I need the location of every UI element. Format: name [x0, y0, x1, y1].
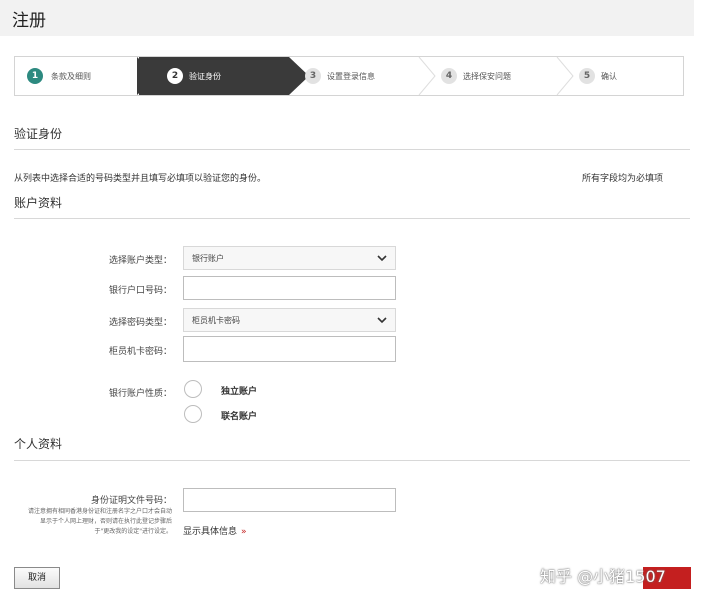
- step-number: 2: [167, 68, 183, 84]
- individual-account-label: 独立账户: [221, 387, 258, 397]
- chevron-down-icon: [377, 317, 387, 324]
- account-number-input[interactable]: [183, 276, 396, 300]
- show-details-label: 显示具体信息: [183, 527, 238, 537]
- step-1: 1 条款及细则: [15, 57, 139, 95]
- cancel-button[interactable]: 取消: [14, 567, 60, 589]
- step-number: 3: [305, 68, 321, 84]
- account-number-label: 银行户口号码：: [108, 286, 172, 296]
- show-details-link[interactable]: 显示具体信息»: [183, 524, 247, 537]
- step-label: 选择保安问题: [463, 72, 511, 81]
- account-type-select[interactable]: 银行账户: [183, 246, 396, 270]
- account-type-label: 选择账户类型：: [108, 256, 172, 266]
- id-hint-text: 请注意拥有相同香港身份证和注册名字之户口才会自动显示于个人网上理财，否则请在执行…: [28, 508, 173, 535]
- divider: [14, 149, 690, 150]
- intro-text: 从列表中选择合适的号码类型并且填写必填项以验证您的身份。: [14, 174, 267, 184]
- chevron-down-icon: [377, 255, 387, 262]
- id-number-input[interactable]: [183, 488, 396, 512]
- section-title-account: 账户资料: [14, 196, 63, 210]
- divider: [14, 460, 690, 461]
- step-separator-icon: [418, 57, 436, 95]
- double-chevron-down-icon: »: [241, 527, 247, 537]
- step-number: 1: [27, 68, 43, 84]
- step-label: 确认: [601, 72, 617, 81]
- step-label: 验证身份: [189, 72, 221, 81]
- atm-pin-label: 柜员机卡密码：: [108, 347, 172, 357]
- page-title: 注册: [12, 11, 46, 31]
- password-type-select[interactable]: 柜员机卡密码: [183, 308, 396, 332]
- section-title-verify: 验证身份: [14, 127, 63, 141]
- step-number: 5: [579, 68, 595, 84]
- step-5: 5 确认: [579, 57, 679, 95]
- progress-steps: 1 条款及细则 2 验证身份 3 设置登录信息 4 选择保安问题 5 确认: [14, 56, 684, 96]
- step-2: 2 验证身份: [139, 57, 289, 95]
- radio-joint-account[interactable]: [184, 405, 202, 423]
- account-nature-label: 银行账户性质：: [108, 389, 172, 399]
- id-number-label: 身份证明文件号码：: [90, 496, 172, 506]
- account-type-value: 银行账户: [192, 254, 224, 263]
- divider: [14, 218, 690, 219]
- step-separator-icon: [556, 57, 574, 95]
- atm-pin-input[interactable]: [183, 336, 396, 362]
- step-label: 条款及细则: [51, 72, 91, 81]
- step-label: 设置登录信息: [327, 72, 375, 81]
- required-note: 所有字段均为必填项: [582, 174, 664, 184]
- page-header: 注册: [0, 0, 694, 36]
- password-type-label: 选择密码类型：: [108, 318, 172, 328]
- radio-individual-account[interactable]: [184, 380, 202, 398]
- section-title-personal: 个人资料: [14, 437, 63, 451]
- step-number: 4: [441, 68, 457, 84]
- joint-account-label: 联名账户: [221, 412, 258, 422]
- watermark: 知乎 @小猪1507: [540, 567, 666, 586]
- password-type-value: 柜员机卡密码: [192, 316, 240, 325]
